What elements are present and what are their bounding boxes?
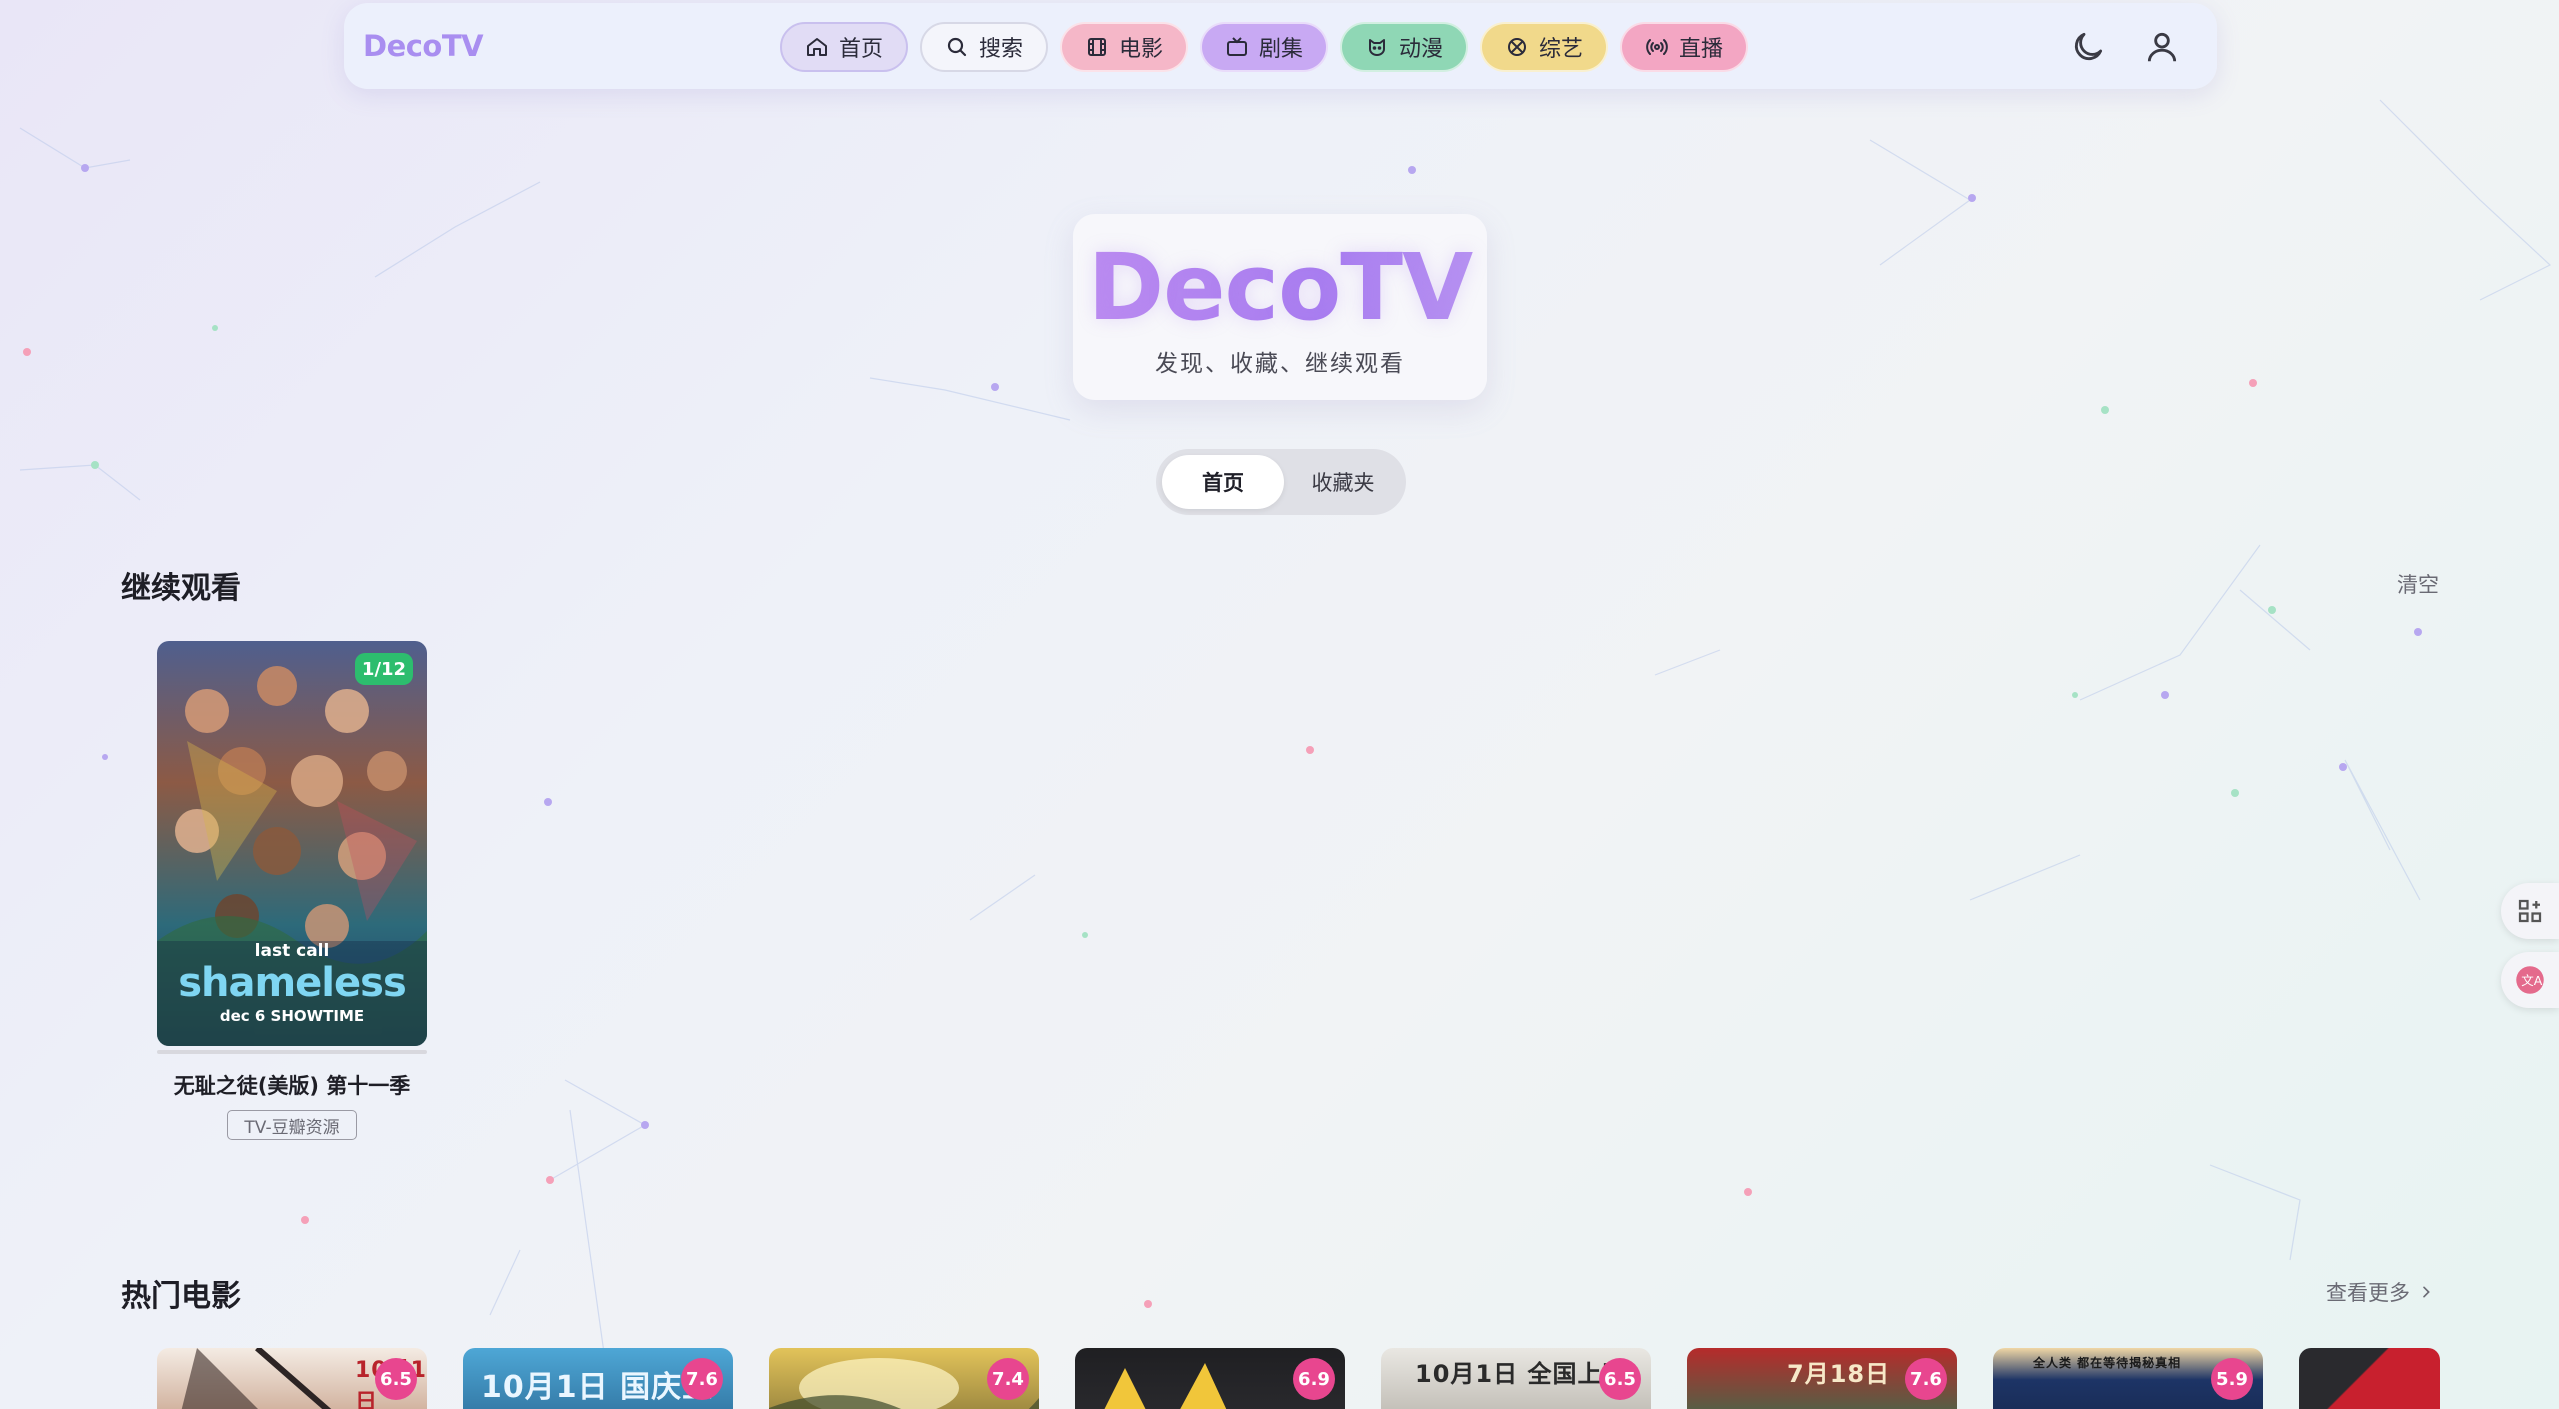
nav-tv-label: 剧集 bbox=[1258, 37, 1303, 62]
hero-card: DecoTV 发现、收藏、继续观看 bbox=[1073, 214, 1487, 400]
source-tag: TV-豆瓣资源 bbox=[227, 1110, 357, 1140]
nav-live-label: 直播 bbox=[1678, 37, 1723, 62]
home-segment-control: 首页 收藏夹 bbox=[1156, 449, 1406, 515]
poster-date: dec 6 SHOWTIME bbox=[157, 1007, 427, 1025]
nav-live-button[interactable]: 直播 bbox=[1620, 22, 1748, 72]
card-title[interactable]: 无耻之徒(美版) 第十一季 bbox=[157, 1070, 427, 1100]
movie-card[interactable]: 7.4 bbox=[769, 1348, 1039, 1409]
cat-icon bbox=[1368, 39, 1385, 56]
nav-movie-button[interactable]: 电影 bbox=[1060, 22, 1188, 72]
continue-watching-title: 继续观看 bbox=[121, 571, 241, 606]
poster-tagline: last call bbox=[254, 941, 330, 961]
movie-poster-text: 7月18日 bbox=[1787, 1360, 1891, 1388]
side-qr-button[interactable] bbox=[2501, 883, 2559, 939]
rating-badge: 6.5 bbox=[1599, 1358, 1641, 1400]
movie-card[interactable]: 7月18日 7.6 bbox=[1687, 1348, 1957, 1409]
nav-anime-button[interactable]: 动漫 bbox=[1340, 22, 1468, 72]
side-translate-button[interactable]: 文A bbox=[2501, 952, 2559, 1008]
movie-card[interactable]: 全人类 都在等待揭秘真相 5.9 bbox=[1993, 1348, 2263, 1409]
nav-search-button[interactable]: 搜索 bbox=[920, 22, 1048, 72]
movie-card[interactable]: 10月1日 6.5 bbox=[157, 1348, 427, 1409]
nav-tv-button[interactable]: 剧集 bbox=[1200, 22, 1328, 72]
film-icon bbox=[1087, 38, 1106, 56]
brand-logo[interactable]: DecoTV bbox=[363, 29, 484, 63]
poster-text-block: last call shameless dec 6 SHOWTIME bbox=[157, 941, 427, 1025]
nav-variety-button[interactable]: 综艺 bbox=[1480, 22, 1608, 72]
rating-badge: 6.5 bbox=[375, 1358, 417, 1400]
poster-network: SHOWTIME bbox=[270, 1007, 365, 1025]
nav-anime-label: 动漫 bbox=[1398, 37, 1443, 62]
movie-poster-text: 10月1日 全国上映 bbox=[1415, 1360, 1628, 1388]
poster-title: shameless bbox=[178, 960, 407, 1006]
clear-label: 清空 bbox=[2397, 573, 2439, 597]
continue-watching-card[interactable]: last call shameless dec 6 SHOWTIME 1/12 … bbox=[157, 641, 427, 1140]
nav-pills: 首页 搜索 电影 剧集 动漫 综艺 直播 bbox=[780, 22, 1748, 72]
see-more-button[interactable]: 查看更多 bbox=[2326, 1277, 2434, 1307]
see-more-label: 查看更多 bbox=[2326, 1281, 2410, 1305]
movie-card[interactable]: 10月1日 全国上映 6.5 bbox=[1381, 1348, 1651, 1409]
user-icon[interactable] bbox=[2143, 28, 2181, 66]
movie-card[interactable]: 10月1日 国庆上车 7.6 bbox=[463, 1348, 733, 1409]
rating-badge: 7.6 bbox=[1905, 1358, 1947, 1400]
poster-date-text: dec 6 bbox=[219, 1007, 266, 1025]
hot-movies-row: 10月1日 6.5 10月1日 国庆上车 7.6 7.4 6.9 10月1日 全… bbox=[157, 1348, 2440, 1409]
nav-right-actions bbox=[2069, 28, 2181, 66]
translate-icon: 文A bbox=[2516, 966, 2544, 994]
rating-badge: 5.9 bbox=[2211, 1358, 2253, 1400]
segment-home-tab[interactable]: 首页 bbox=[1162, 455, 1284, 509]
nav-search-label: 搜索 bbox=[978, 37, 1023, 62]
rating-badge: 7.6 bbox=[681, 1358, 723, 1400]
hero-title: DecoTV bbox=[1073, 238, 1487, 338]
broadcast-icon bbox=[1646, 39, 1668, 55]
chevron-right-icon bbox=[2423, 1286, 2430, 1298]
apps-icon bbox=[2518, 899, 2542, 923]
episode-badge: 1/12 bbox=[355, 653, 413, 685]
search-icon bbox=[947, 37, 967, 57]
svg-text:文A: 文A bbox=[2521, 973, 2543, 988]
nav-home-label: 首页 bbox=[838, 37, 883, 62]
segment-favorites-tab[interactable]: 收藏夹 bbox=[1286, 455, 1400, 509]
movie-card[interactable]: 6.9 bbox=[1075, 1348, 1345, 1409]
poster-image[interactable]: last call shameless dec 6 SHOWTIME 1/12 bbox=[157, 641, 427, 1046]
variety-icon bbox=[1507, 38, 1526, 56]
watch-progress-bar bbox=[157, 1050, 427, 1054]
moon-icon[interactable] bbox=[2069, 28, 2107, 66]
nav-variety-label: 综艺 bbox=[1538, 37, 1583, 62]
nav-home-button[interactable]: 首页 bbox=[780, 22, 908, 72]
hero-subtitle: 发现、收藏、继续观看 bbox=[1155, 351, 1405, 377]
nav-movie-label: 电影 bbox=[1118, 37, 1163, 62]
home-icon bbox=[806, 38, 827, 56]
tv-icon bbox=[1226, 37, 1247, 56]
rating-badge: 6.9 bbox=[1293, 1358, 1335, 1400]
hot-movies-title: 热门电影 bbox=[121, 1279, 241, 1314]
top-navbar: DecoTV 首页 搜索 电影 剧集 动漫 综艺 直播 bbox=[344, 3, 2217, 89]
movie-poster-text: 全人类 都在等待揭秘真相 bbox=[2033, 1356, 2182, 1370]
movie-card[interactable] bbox=[2299, 1348, 2440, 1409]
clear-history-button[interactable]: 清空 bbox=[2397, 569, 2439, 599]
rating-badge: 7.4 bbox=[987, 1358, 1029, 1400]
